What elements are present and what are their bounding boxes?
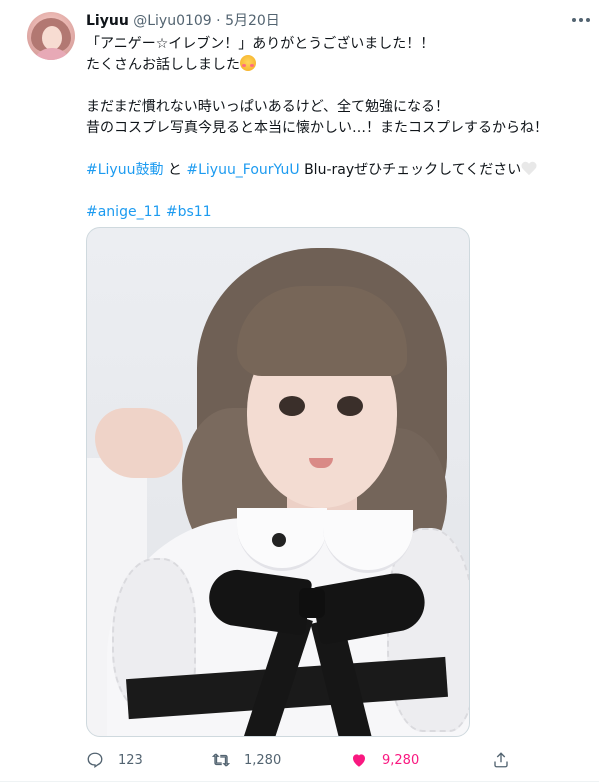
tweet-text-line-3: まだまだ慣れない時いっぱいあるけど、全て勉強になる！ xyxy=(86,99,450,115)
tweet-text-line-2: たくさんお話ししました xyxy=(86,55,256,76)
smiling-hearts-emoji xyxy=(240,55,256,71)
tweet-actions: 123 1,280 9,280 xyxy=(86,748,508,772)
photo-eye-left xyxy=(279,396,305,416)
avatar-face xyxy=(42,26,62,50)
separator: · xyxy=(216,13,221,29)
tweet-text-line-4: 昔のコスプレ写真今見ると本当に懐かしい…！またコスプレするからね！ xyxy=(86,120,548,136)
like-button[interactable]: 9,280 xyxy=(350,748,419,772)
retweet-count: 1,280 xyxy=(244,752,282,768)
text-and: と xyxy=(163,162,187,178)
tweet-photo[interactable] xyxy=(86,227,470,737)
photo-bangs xyxy=(237,286,407,376)
tweet-header: Liyuu @Liyu0109 · 5月20日 xyxy=(86,11,280,31)
photo-hand xyxy=(95,408,183,478)
hashtag-bs11[interactable]: #bs11 xyxy=(166,204,212,220)
reply-count: 123 xyxy=(118,752,143,768)
photo-eye-right xyxy=(337,396,363,416)
author-handle[interactable]: @Liyu0109 xyxy=(133,13,211,29)
share-icon xyxy=(494,752,508,768)
reply-button[interactable]: 123 xyxy=(86,748,143,772)
hashtag-liyuu-fouryuu[interactable]: #Liyuu_FourYuU xyxy=(186,162,299,178)
avatar[interactable] xyxy=(27,12,75,60)
share-button[interactable] xyxy=(492,748,524,772)
hashtag-anige-11[interactable]: #anige_11 xyxy=(86,204,161,220)
tweet-text-line-1: 「アニゲー☆イレブン！」ありがとうございました！！ xyxy=(86,36,435,52)
retweet-icon xyxy=(212,753,230,767)
tweet-text-line-2-content: たくさんお話ししました xyxy=(86,57,240,73)
text-blu-ray: Blu-rayぜひチェックしてください xyxy=(299,162,522,178)
photo-bow-knot xyxy=(299,588,325,618)
retweet-button[interactable]: 1,280 xyxy=(212,748,281,772)
tweet-text-line-5: #Liyuu鼓動 と #Liyuu_FourYuU Blu-rayぜひチェックし… xyxy=(86,160,537,181)
reply-icon xyxy=(87,752,103,769)
like-icon xyxy=(353,754,365,767)
like-count: 9,280 xyxy=(382,752,420,768)
tweet-text-line-6: #anige_11 #bs11 xyxy=(86,202,212,223)
hashtag-liyuu-kodou[interactable]: #Liyuu鼓動 xyxy=(86,162,163,178)
tweet[interactable]: Liyuu @Liyu0109 · 5月20日 「アニゲー☆イレブン！」ありがと… xyxy=(0,0,599,782)
tweet-date[interactable]: 5月20日 xyxy=(225,13,280,29)
author-name[interactable]: Liyuu xyxy=(86,13,129,29)
more-icon[interactable] xyxy=(572,18,590,24)
photo-microphone xyxy=(272,533,286,547)
white-heart-emoji xyxy=(521,162,537,176)
